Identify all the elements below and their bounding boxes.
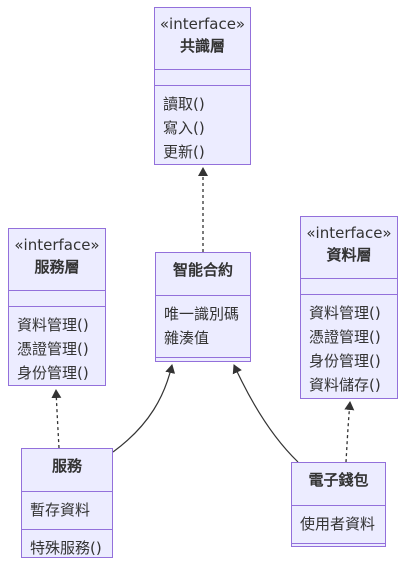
class-electronic-wallet: 電子錢包 使用者資料 — [291, 462, 386, 547]
data-layer-stereotype: «interface» — [306, 224, 392, 242]
data-layer-method: 資料管理() — [309, 304, 381, 322]
consensus-attributes — [155, 69, 250, 85]
smart-contract-attributes: 唯一識別碼 雜湊值 — [156, 295, 250, 357]
wallet-methods — [292, 543, 385, 552]
class-data-layer: «interface» 資料層 資料管理() 憑證管理() 身份管理() 資料儲… — [300, 216, 398, 399]
smart-contract-title: 智能合約 — [172, 261, 233, 279]
service-layer-method: 資料管理() — [17, 316, 89, 334]
service-layer-methods: 資料管理() 憑證管理() 身份管理() — [9, 306, 105, 385]
data-layer-method: 身份管理() — [309, 352, 381, 370]
service-layer-stereotype: «interface» — [14, 236, 100, 254]
consensus-stereotype: «interface» — [159, 15, 246, 33]
service-method: 特殊服務() — [30, 539, 102, 557]
smart-contract-attribute: 唯一識別碼 — [164, 305, 240, 323]
consensus-title: 共識層 — [179, 37, 225, 55]
class-service: 服務 暫存資料 特殊服務() — [21, 448, 113, 558]
data-layer-attributes — [301, 278, 397, 294]
service-title: 服務 — [51, 457, 82, 475]
edge-service-to-smart-contract — [112, 364, 176, 453]
service-attributes: 暫存資料 — [22, 491, 112, 529]
edge-service-to-service-layer — [51, 389, 62, 449]
smart-contract-methods — [156, 357, 250, 367]
consensus-method: 更新() — [163, 143, 205, 161]
class-service-layer: «interface» 服務層 資料管理() 憑證管理() 身份管理() — [8, 228, 106, 386]
service-attribute: 暫存資料 — [30, 501, 91, 519]
consensus-method: 寫入() — [163, 119, 205, 137]
data-layer-method: 憑證管理() — [309, 328, 381, 346]
service-layer-attributes — [9, 290, 105, 306]
wallet-attributes: 使用者資料 — [292, 505, 385, 543]
edge-wallet-to-smart-contract — [232, 364, 299, 463]
consensus-methods: 讀取() 寫入() 更新() — [155, 85, 250, 164]
service-layer-method: 身份管理() — [17, 364, 89, 382]
class-smart-contract: 智能合約 唯一識別碼 雜湊值 — [155, 252, 251, 362]
data-layer-method: 資料儲存() — [309, 376, 381, 394]
class-consensus-layer: «interface» 共識層 讀取() 寫入() 更新() — [154, 7, 251, 165]
wallet-title: 電子錢包 — [308, 471, 369, 489]
smart-contract-attribute: 雜湊值 — [164, 329, 210, 347]
service-layer-method: 憑證管理() — [17, 340, 89, 358]
data-layer-methods: 資料管理() 憑證管理() 身份管理() 資料儲存() — [301, 294, 397, 397]
consensus-method: 讀取() — [163, 95, 205, 113]
wallet-attribute: 使用者資料 — [300, 515, 376, 533]
edge-wallet-to-data-layer — [344, 401, 355, 463]
service-methods: 特殊服務() — [22, 529, 112, 560]
service-layer-title: 服務層 — [34, 258, 80, 276]
data-layer-title: 資料層 — [326, 246, 372, 264]
